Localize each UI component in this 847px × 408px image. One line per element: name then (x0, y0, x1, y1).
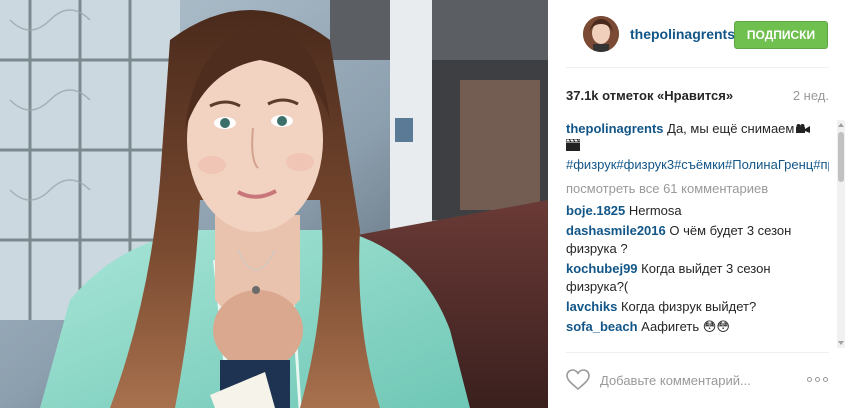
caption-author[interactable]: thepolinagrents (566, 121, 664, 136)
comments-scrollbar[interactable] (837, 120, 845, 348)
clapper-board-icon (566, 138, 581, 154)
comment-item: kochubej99 Когда выйдет 3 сезон физрука?… (566, 260, 829, 296)
more-dot (815, 377, 820, 382)
photo-image (0, 0, 548, 408)
comment-text: Когда физрук выйдет? (620, 299, 757, 314)
caption-text: Да, мы ещё снимаем (667, 121, 795, 136)
comment-item: boje.1825 Hermosa (566, 202, 829, 220)
comment-author[interactable]: dashasmile2016 (566, 223, 666, 238)
scroll-up-arrow-icon[interactable] (838, 123, 844, 127)
more-dot (807, 377, 812, 382)
comment-author[interactable]: sofa_beach (566, 319, 638, 334)
author-username[interactable]: thepolinagrents (630, 26, 735, 43)
more-icon[interactable] (807, 377, 829, 383)
add-comment-input[interactable] (600, 368, 790, 392)
movie-camera-icon (796, 121, 811, 133)
comment-text: Hermosa (628, 203, 682, 218)
post-header: thepolinagrents ПОДПИСКИ (566, 0, 829, 68)
comment-text: Аафигеть 😳😳 (641, 319, 730, 334)
more-dot (823, 377, 828, 382)
likes-count[interactable]: 37.1k отметок «Нравится» (566, 88, 733, 103)
post-timestamp[interactable]: 2 нед. (793, 88, 829, 103)
comment-item: sofa_beach Аафигеть 😳😳 (566, 318, 829, 336)
comment-author[interactable]: boje.1825 (566, 203, 625, 218)
avatar[interactable] (583, 16, 619, 52)
caption-hashtags[interactable]: #физрук#физрук3#съёмки#ПолинаГренц#премь… (566, 157, 829, 172)
scrollbar-thumb[interactable] (838, 132, 844, 182)
post-sidebar: thepolinagrents ПОДПИСКИ 37.1k отметок «… (548, 0, 847, 408)
view-all-comments-link[interactable]: посмотреть все 61 комментариев (566, 180, 829, 198)
comment-item: dashasmile2016 О чём будет 3 сезон физру… (566, 222, 829, 258)
post-photo[interactable] (0, 0, 548, 408)
caption: thepolinagrents Да, мы ещё снимаем #физр… (566, 120, 829, 174)
comments-list: thepolinagrents Да, мы ещё снимаем #физр… (566, 120, 829, 348)
post-footer (566, 352, 829, 408)
likes-row: 37.1k отметок «Нравится» 2 нед. (566, 84, 829, 106)
follow-button[interactable]: ПОДПИСКИ (734, 21, 828, 49)
comment-author[interactable]: kochubej99 (566, 261, 638, 276)
scroll-down-arrow-icon[interactable] (838, 341, 844, 345)
comment-author[interactable]: lavchiks (566, 299, 617, 314)
comment-item: lavchiks Когда физрук выйдет? (566, 298, 829, 316)
heart-icon[interactable] (566, 369, 590, 391)
